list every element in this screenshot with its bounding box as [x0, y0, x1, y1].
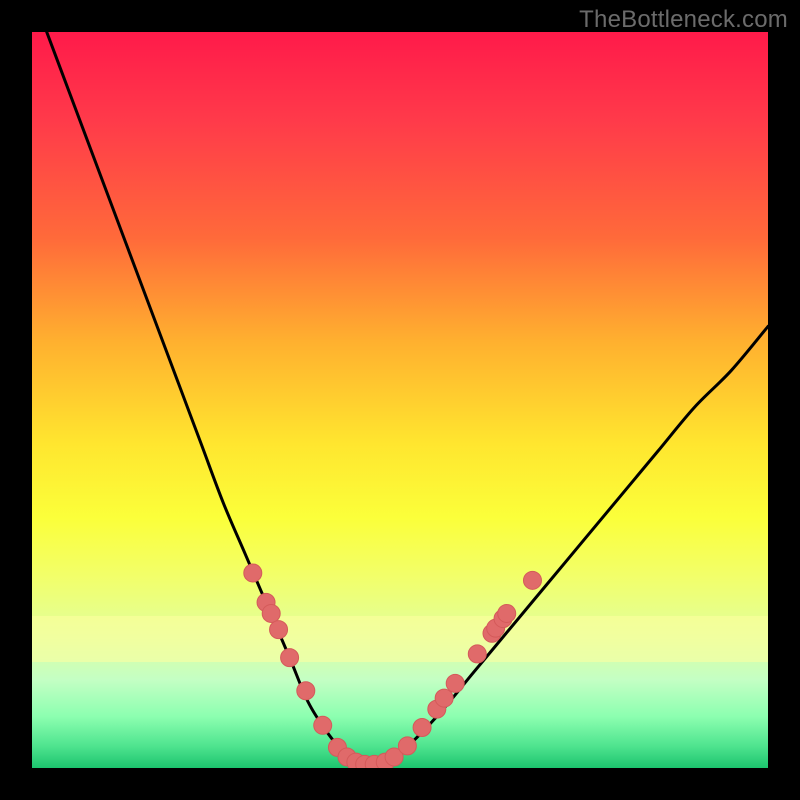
chart-svg: [32, 32, 768, 768]
data-point: [413, 719, 431, 737]
data-point: [314, 716, 332, 734]
data-point: [435, 689, 453, 707]
data-point: [262, 604, 280, 622]
data-points-group: [244, 564, 542, 768]
data-point: [468, 645, 486, 663]
data-point: [523, 571, 541, 589]
bottleneck-curve: [47, 32, 768, 766]
chart-frame: TheBottleneck.com: [0, 0, 800, 800]
plot-area: [32, 32, 768, 768]
data-point: [398, 737, 416, 755]
data-point: [297, 682, 315, 700]
data-point: [244, 564, 262, 582]
watermark-text: TheBottleneck.com: [579, 6, 788, 34]
data-point: [270, 621, 288, 639]
data-point: [446, 674, 464, 692]
data-point: [281, 649, 299, 667]
data-point: [498, 604, 516, 622]
